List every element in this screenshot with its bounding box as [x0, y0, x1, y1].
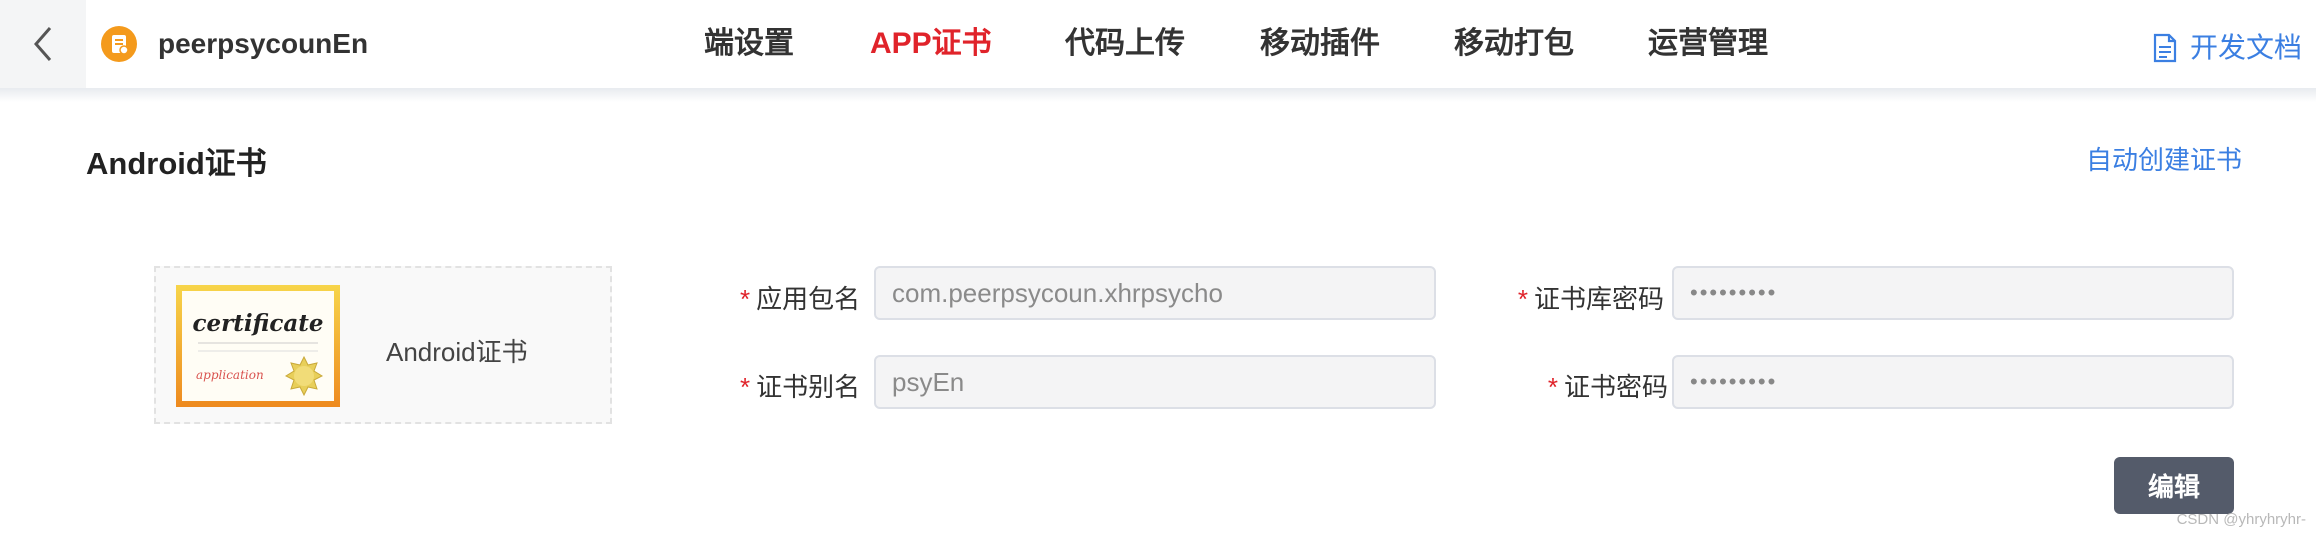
dev-docs-link[interactable]: 开发文档	[2152, 28, 2302, 68]
package-name-input[interactable]	[874, 266, 1436, 320]
back-button[interactable]	[0, 0, 86, 88]
required-mark: *	[740, 372, 751, 402]
chevron-left-icon	[34, 27, 52, 61]
cert-password-label: * 证书密码	[1547, 372, 1668, 402]
nav-item-mobile-plugins[interactable]: 移动插件	[1260, 24, 1380, 64]
required-mark: *	[1547, 372, 1558, 402]
package-name-label: * 应用包名	[740, 284, 861, 314]
dev-docs-label: 开发文档	[2189, 32, 2302, 63]
header-shadow	[0, 88, 2316, 102]
certificate-image-subtitle: application	[196, 368, 264, 382]
top-header: peerpsycounEn 端设置 APP证书 代码上传 移动插件 移动打包 运…	[0, 0, 2316, 89]
keystore-password-label: * 证书库密码	[1517, 284, 1664, 314]
nav-item-client-settings[interactable]: 端设置	[704, 24, 794, 64]
watermark: CSDN @yhryhryhr-	[2176, 511, 2306, 528]
alias-label: * 证书别名	[740, 372, 861, 402]
nav-item-mobile-packaging[interactable]: 移动打包	[1454, 24, 1574, 64]
certificate-image-title: certificate	[192, 310, 323, 337]
nav-item-app-certificate[interactable]: APP证书	[870, 24, 992, 64]
nav-item-operations[interactable]: 运营管理	[1648, 24, 1768, 64]
app-name: peerpsycounEn	[158, 28, 369, 59]
edit-button[interactable]: 编辑	[2114, 457, 2234, 514]
keystore-password-input[interactable]	[1672, 266, 2234, 320]
required-mark: *	[740, 284, 751, 314]
certificate-icon: certificate application	[176, 285, 340, 407]
certificate-card: certificate application Android证书	[154, 266, 612, 424]
section-title: Android证书	[86, 146, 267, 181]
document-icon	[2153, 33, 2177, 63]
auto-create-certificate-link[interactable]: 自动创建证书	[2086, 140, 2242, 177]
alias-input[interactable]	[874, 355, 1436, 409]
cert-password-input[interactable]	[1672, 355, 2234, 409]
nav-item-code-upload[interactable]: 代码上传	[1065, 24, 1185, 64]
app-logo-icon	[101, 26, 137, 62]
required-mark: *	[1517, 284, 1528, 314]
certificate-label: Android证书	[386, 337, 528, 367]
